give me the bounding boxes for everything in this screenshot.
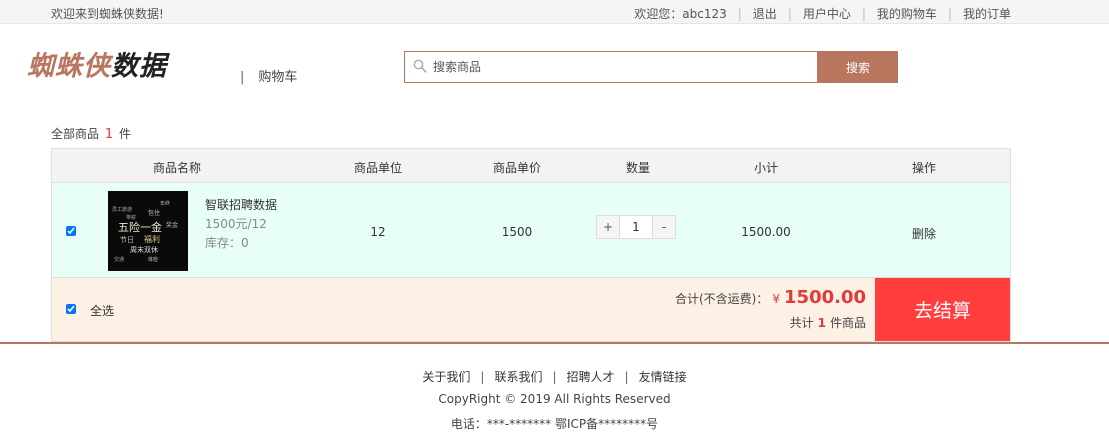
product-info: 智联招聘数据 1500元/12 库存：0	[205, 196, 277, 253]
column-header-action: 操作	[911, 161, 937, 175]
my-orders-link[interactable]: 我的订单	[963, 5, 1011, 22]
cart-table: 商品名称 商品单位 商品单价 数量 小计 操作 五险一金 福利 节日 周末双休 …	[51, 148, 1011, 342]
product-stock: 库存：0	[205, 236, 249, 250]
contact-phone: 电话：***-******* 鄂ICP备********号	[450, 417, 659, 431]
footer-divider	[0, 342, 1109, 344]
word-cloud-word: 交通	[114, 256, 124, 263]
total-label: 合计(不含运费)：	[675, 292, 769, 306]
divider: |	[552, 370, 557, 384]
column-header-quantity: 数量	[625, 161, 651, 175]
cart-count-number: 1	[104, 127, 114, 142]
item-count-prefix: 共计	[789, 316, 814, 330]
cart-count-prefix: 全部商品	[51, 127, 100, 141]
welcome-text: 欢迎来到蜘蛛侠数据!	[51, 7, 164, 21]
cart-count: 全部商品 1 件	[51, 125, 131, 142]
item-count-suffix: 件商品	[829, 316, 866, 330]
word-cloud-word: 福利	[144, 234, 160, 244]
item-checkbox[interactable]	[66, 226, 76, 236]
product-spec: 1500元/12	[205, 217, 267, 231]
cart-count-suffix: 件	[118, 127, 131, 141]
word-cloud-image: 五险一金 福利 节日 周末双休 员工旅游 年终 包住 奖金 交通 体检 带薪	[108, 191, 188, 271]
currency-symbol: ¥	[772, 292, 781, 306]
total-line: 合计(不含运费)： ¥ 1500.00	[675, 287, 866, 308]
column-header-unit: 商品单位	[353, 161, 403, 175]
divider: |	[947, 6, 952, 21]
product-unit: 12	[370, 225, 386, 239]
column-header-price: 商品单价	[492, 161, 542, 175]
divider: |	[737, 6, 742, 21]
user-center-link[interactable]: 用户中心	[803, 5, 851, 22]
careers-link[interactable]: 招聘人才	[567, 370, 615, 384]
copyright-text: CopyRight © 2019 All Rights Reserved	[438, 392, 671, 406]
word-cloud-word: 带薪	[126, 214, 136, 221]
site-logo[interactable]: 蜘蛛侠数据	[27, 44, 167, 83]
total-amount: 1500.00	[784, 287, 866, 308]
page-title: 购物车	[258, 70, 298, 85]
about-us-link[interactable]: 关于我们	[422, 370, 470, 384]
select-all-label[interactable]: 全选	[90, 302, 114, 319]
column-header-name: 商品名称	[152, 161, 202, 175]
word-cloud-word: 体检	[148, 256, 158, 263]
table-header: 商品名称 商品单位 商品单价 数量 小计 操作	[52, 149, 1010, 183]
word-cloud-word: 包住	[148, 209, 160, 217]
top-bar: 欢迎来到蜘蛛侠数据! 欢迎您：abc123 | 退出 | 用户中心 | 我的购物…	[0, 0, 1109, 24]
column-header-subtotal: 小计	[753, 161, 779, 175]
top-nav: 欢迎您：abc123 | 退出 | 用户中心 | 我的购物车 | 我的订单	[634, 5, 1011, 22]
checkout-button[interactable]: 去结算	[875, 278, 1010, 341]
breadcrumb: | 购物车	[240, 66, 297, 85]
logo-text-primary: 蜘蛛侠	[27, 51, 111, 82]
item-count-number: 1	[817, 316, 826, 330]
divider: |	[624, 370, 629, 384]
word-cloud-word: 员工旅游	[112, 206, 132, 213]
item-subtotal: 1500.00	[741, 225, 791, 239]
word-cloud-word: 周末双休	[130, 245, 158, 254]
search-icon	[413, 59, 427, 76]
word-cloud-word: 奖金	[166, 221, 178, 229]
product-name[interactable]: 智联招聘数据	[205, 196, 277, 215]
decrease-quantity-button[interactable]: -	[653, 216, 675, 238]
footer-links: 关于我们 | 联系我们 | 招聘人才 | 友情链接	[0, 368, 1109, 385]
quantity-value[interactable]: 1	[619, 216, 653, 238]
logo-text-secondary: 数据	[111, 51, 167, 82]
friend-links-link[interactable]: 友情链接	[639, 370, 687, 384]
product-thumbnail[interactable]: 五险一金 福利 节日 周末双休 员工旅游 年终 包住 奖金 交通 体检 带薪	[108, 191, 188, 271]
word-cloud-word: 节日	[120, 236, 134, 244]
cart-summary: 全选 合计(不含运费)： ¥ 1500.00 共计 1 件商品 去结算	[52, 278, 1010, 341]
word-cloud-word: 五险一金	[118, 220, 162, 234]
cart-item-row: 五险一金 福利 节日 周末双休 员工旅游 年终 包住 奖金 交通 体检 带薪 智…	[52, 183, 1010, 278]
quantity-stepper: + 1 -	[596, 215, 676, 239]
search-button[interactable]: 搜索	[818, 51, 898, 83]
contact-us-link[interactable]: 联系我们	[494, 370, 542, 384]
select-all-checkbox[interactable]	[66, 304, 76, 314]
increase-quantity-button[interactable]: +	[597, 216, 619, 238]
search-bar: 搜索	[404, 51, 898, 83]
product-price: 1500	[501, 225, 533, 239]
item-count-line: 共计 1 件商品	[790, 314, 866, 331]
divider: |	[787, 6, 792, 21]
logout-link[interactable]: 退出	[753, 5, 777, 22]
my-cart-link[interactable]: 我的购物车	[877, 5, 937, 22]
search-box	[404, 51, 818, 83]
delete-item-link[interactable]: 删除	[912, 225, 936, 242]
divider: |	[480, 370, 485, 384]
search-input[interactable]	[433, 60, 793, 74]
breadcrumb-separator: |	[240, 70, 245, 85]
user-greeting: 欢迎您：abc123	[634, 7, 727, 21]
word-cloud-word: 年终	[160, 200, 170, 207]
divider: |	[861, 6, 866, 21]
